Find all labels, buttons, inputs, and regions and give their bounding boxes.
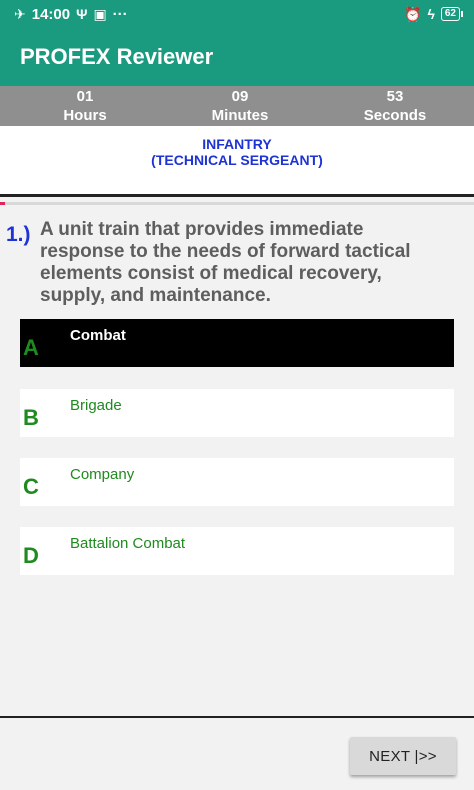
option-letter: C xyxy=(23,474,39,499)
option-text: Company xyxy=(70,466,135,483)
airplane-icon: ✈ xyxy=(14,6,26,22)
category-header: INFANTRY (TECHNICAL SERGEANT) xyxy=(0,126,474,194)
status-more-dots: ··· xyxy=(112,5,128,23)
seconds-value: 53 xyxy=(386,88,404,105)
hours-value: 01 xyxy=(76,88,94,105)
hotspot-icon: ▣ xyxy=(93,6,107,22)
timer-hours: 01 Hours xyxy=(30,86,140,126)
status-right: ⏰ ϟ 62 xyxy=(404,6,464,22)
seconds-label: Seconds xyxy=(363,107,427,124)
divider xyxy=(0,716,474,718)
app-bar: PROFEX Reviewer xyxy=(0,28,474,86)
timer-minutes: 09 Minutes xyxy=(185,86,295,126)
question-text: A unit train that provides immediate res… xyxy=(40,219,411,306)
option-b[interactable]: B Brigade xyxy=(20,389,454,437)
option-text: Brigade xyxy=(70,397,122,414)
next-button[interactable]: NEXT |>> xyxy=(350,737,456,775)
charging-icon: ϟ xyxy=(427,6,435,22)
option-text: Combat xyxy=(70,327,126,344)
option-d[interactable]: D Battalion Combat xyxy=(20,527,454,575)
option-letter: D xyxy=(23,543,39,568)
question: 1.) A unit train that provides immediate… xyxy=(6,219,466,307)
status-bar: ✈ 14:00 Ψ ▣ ··· ⏰ ϟ 62 xyxy=(0,0,474,28)
quiz-progress-bar xyxy=(0,202,474,205)
minutes-value: 09 xyxy=(231,88,249,105)
alarm-icon: ⏰ xyxy=(404,6,422,22)
option-text: Battalion Combat xyxy=(70,535,186,552)
timer-seconds: 53 Seconds xyxy=(340,86,450,126)
countdown-timer: 01 Hours 09 Minutes 53 Seconds xyxy=(0,86,474,126)
minutes-label: Minutes xyxy=(211,107,269,124)
battery-icon: 62 xyxy=(440,7,464,21)
hours-label: Hours xyxy=(63,107,107,124)
status-time: 14:00 xyxy=(31,5,71,23)
option-c[interactable]: C Company xyxy=(20,458,454,506)
category-name: INFANTRY xyxy=(202,136,272,152)
option-letter: A xyxy=(23,335,39,360)
battery-level: 62 xyxy=(444,8,456,19)
category-rank: (TECHNICAL SERGEANT) xyxy=(151,152,323,168)
divider xyxy=(0,194,474,197)
option-a[interactable]: A Combat xyxy=(20,319,454,367)
quiz-progress-fill xyxy=(0,202,5,205)
option-letter: B xyxy=(23,405,39,430)
app-title: PROFEX Reviewer xyxy=(20,44,214,69)
question-number: 1.) xyxy=(6,223,31,246)
status-left: ✈ 14:00 Ψ ▣ ··· xyxy=(14,6,128,23)
usb-icon: Ψ xyxy=(76,6,88,22)
